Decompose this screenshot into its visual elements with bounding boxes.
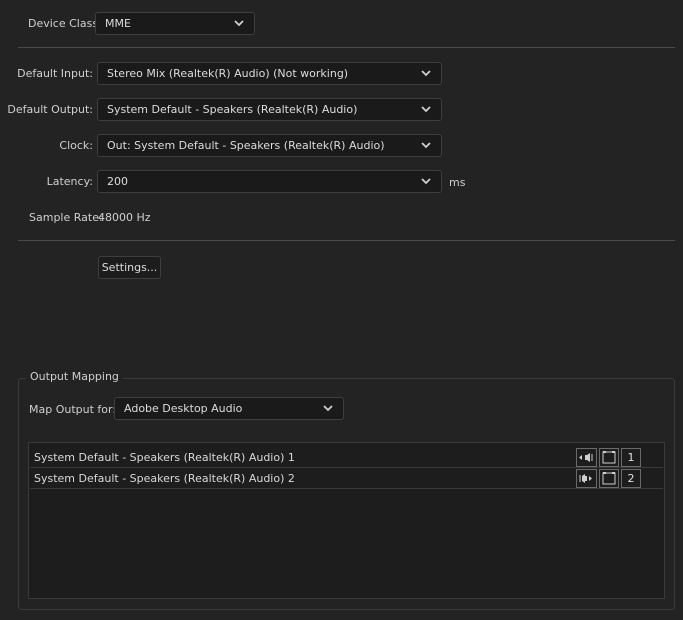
chevron-down-icon bbox=[323, 405, 333, 412]
channel-select-icon bbox=[602, 451, 616, 464]
map-output-for-label: Map Output for: bbox=[29, 403, 117, 416]
channel-name: System Default - Speakers (Realtek(R) Au… bbox=[34, 451, 295, 464]
chevron-down-icon bbox=[234, 20, 244, 27]
channel-list: System Default - Speakers (Realtek(R) Au… bbox=[28, 442, 665, 599]
clock-value: Out: System Default - Speakers (Realtek(… bbox=[107, 139, 385, 152]
latency-unit: ms bbox=[449, 176, 466, 189]
channel-select-icon bbox=[602, 472, 616, 485]
default-input-value: Stereo Mix (Realtek(R) Audio) (Not worki… bbox=[107, 67, 349, 80]
channel-select-icon[interactable] bbox=[599, 469, 619, 488]
clock-label: Clock: bbox=[59, 139, 93, 152]
divider bbox=[18, 240, 675, 241]
map-output-for-dropdown[interactable]: Adobe Desktop Audio bbox=[114, 397, 344, 420]
speaker-right-icon bbox=[579, 474, 592, 483]
chevron-down-icon bbox=[421, 70, 431, 77]
map-output-for-value: Adobe Desktop Audio bbox=[124, 402, 243, 415]
device-class-value: MME bbox=[105, 17, 131, 30]
device-class-dropdown[interactable]: MME bbox=[95, 12, 255, 35]
default-output-value: System Default - Speakers (Realtek(R) Au… bbox=[107, 103, 358, 116]
device-class-label: Device Class: bbox=[28, 17, 102, 30]
sample-rate-value: 48000 Hz bbox=[98, 211, 151, 224]
channel-name: System Default - Speakers (Realtek(R) Au… bbox=[34, 472, 295, 485]
speaker-left-icon bbox=[579, 453, 593, 462]
latency-dropdown[interactable]: 200 bbox=[97, 170, 442, 193]
chevron-down-icon bbox=[421, 178, 431, 185]
channel-number[interactable]: 2 bbox=[621, 469, 641, 488]
chevron-down-icon bbox=[421, 106, 431, 113]
settings-button[interactable]: Settings... bbox=[98, 256, 161, 279]
latency-label: Latency: bbox=[46, 175, 93, 188]
audio-hardware-panel: Device Class: MME Default Input: Stereo … bbox=[0, 0, 683, 620]
divider bbox=[18, 47, 675, 48]
default-output-label: Default Output: bbox=[7, 103, 93, 116]
default-output-dropdown[interactable]: System Default - Speakers (Realtek(R) Au… bbox=[97, 98, 442, 121]
channel-select-icon[interactable] bbox=[599, 448, 619, 467]
speaker-left-icon[interactable] bbox=[576, 448, 597, 467]
sample-rate-label: Sample Rate: bbox=[29, 211, 103, 224]
channel-row[interactable]: System Default - Speakers (Realtek(R) Au… bbox=[30, 469, 663, 489]
clock-dropdown[interactable]: Out: System Default - Speakers (Realtek(… bbox=[97, 134, 442, 157]
default-input-label: Default Input: bbox=[17, 67, 93, 80]
speaker-right-icon[interactable] bbox=[576, 469, 597, 488]
latency-value: 200 bbox=[107, 175, 128, 188]
output-mapping-title: Output Mapping bbox=[26, 370, 123, 383]
channel-row[interactable]: System Default - Speakers (Realtek(R) Au… bbox=[30, 448, 663, 468]
chevron-down-icon bbox=[421, 142, 431, 149]
channel-number[interactable]: 1 bbox=[621, 448, 641, 467]
default-input-dropdown[interactable]: Stereo Mix (Realtek(R) Audio) (Not worki… bbox=[97, 62, 442, 85]
